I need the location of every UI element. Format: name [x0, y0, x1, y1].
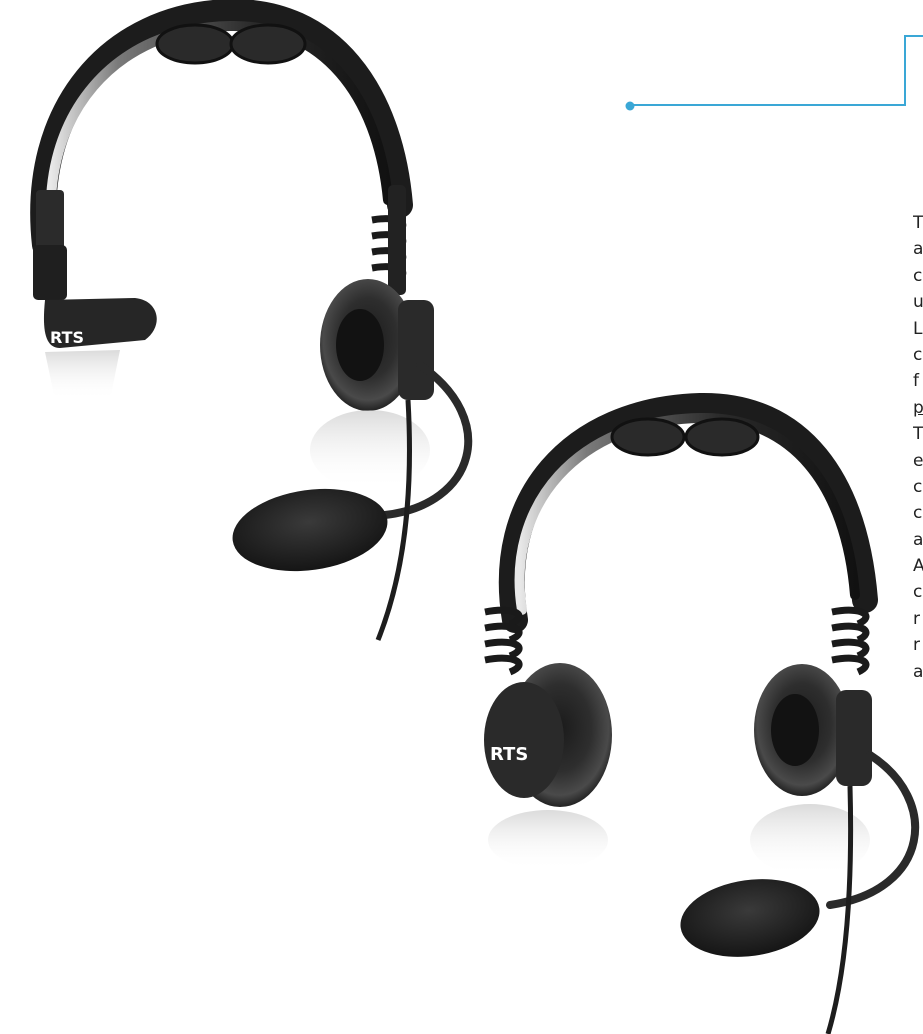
- text-line: a: [913, 661, 923, 682]
- description-text-column: T a c u L c f p T e c c a A c r r a: [913, 210, 923, 685]
- text-line: f: [913, 371, 919, 392]
- dual-ear-headset: RTS: [484, 392, 920, 1034]
- rts-logo-right: RTS: [490, 744, 528, 765]
- single-ear-headset: RTS: [30, 0, 473, 641]
- text-line: a: [913, 239, 923, 260]
- text-line: a: [913, 529, 923, 550]
- accent-connector: [625, 35, 923, 111]
- text-line: c: [913, 265, 923, 286]
- text-line: r: [913, 608, 920, 629]
- text-line: T: [913, 213, 923, 233]
- text-line-link[interactable]: p: [913, 395, 923, 421]
- text-line: L: [913, 318, 923, 339]
- text-line: c: [913, 344, 923, 365]
- text-line: c: [913, 582, 923, 603]
- text-line: r: [913, 635, 920, 656]
- text-line: T: [913, 424, 923, 445]
- text-line: e: [913, 450, 923, 471]
- text-line: u: [913, 292, 923, 313]
- headsets-illustration: RTS RTS: [30, 0, 923, 1034]
- text-line: c: [913, 503, 923, 524]
- rts-logo-left: RTS: [50, 328, 84, 347]
- text-line: A: [913, 556, 923, 577]
- product-image-stage: RTS RTS T a c u L c f p T e c c a A c r …: [0, 0, 923, 1034]
- text-line: c: [913, 476, 923, 497]
